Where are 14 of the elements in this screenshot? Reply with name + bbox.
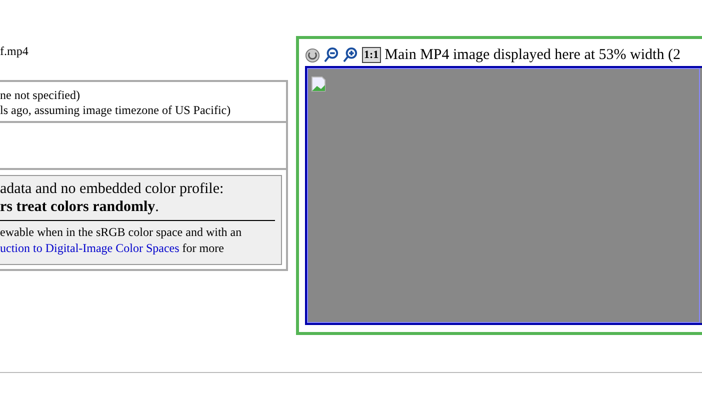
image-caption: Main MP4 image displayed here at 53% width (2 xyxy=(384,46,680,65)
zoom-out-icon[interactable] xyxy=(324,47,339,63)
actual-size-button[interactable]: 1:1 xyxy=(362,47,381,63)
note-text: ewable when in the sRGB color space and with an xyxy=(0,224,243,240)
date-text: ls ago, assuming image timezone of US Pacific) xyxy=(0,103,232,118)
note-text: adata and no embedded color profile: xyxy=(0,180,225,198)
date-text: ne not specified) xyxy=(0,88,81,103)
color-spaces-link[interactable]: uction to Digital-Image Color Spaces xyxy=(0,241,180,255)
note-text: rs treat colors randomly. xyxy=(0,198,160,216)
broken-image-icon xyxy=(311,76,327,92)
note-text: uction to Digital-Image Color Spaces for more xyxy=(0,240,225,256)
rotate-icon[interactable] xyxy=(305,48,320,62)
file-name: f.mp4 xyxy=(0,44,28,58)
zoom-in-icon[interactable] xyxy=(343,47,358,63)
